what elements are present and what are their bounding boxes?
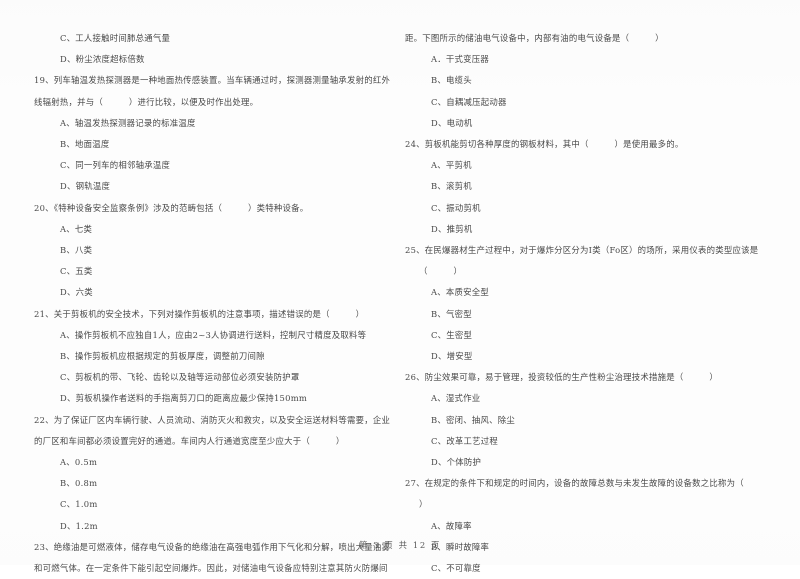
question-option: C、改革工艺过程 <box>431 435 499 446</box>
question-option: D、钢轨温度 <box>60 181 111 192</box>
question-stem-continuation: 和可燃气体。在一定条件下能引起空间爆炸。因此，对储油电气设备应特别注意其防火防爆… <box>34 563 388 574</box>
question-stem: 24、剪板机能剪切各种厚度的钢板材料，其中（ ）是使用最多的。 <box>405 139 684 150</box>
question-option: D、粉尘浓度超标倍数 <box>60 54 145 65</box>
answer-blank-line: ） <box>419 499 428 510</box>
question-stem: 20、《特种设备安全监察条例》涉及的范畴包括（ ）类特种设备。 <box>34 202 309 213</box>
two-column-body: C、工人接触时间肺总通气量 D、粉尘浓度超标倍数 19、列车轴温发热探测器是一种地面… <box>34 28 766 579</box>
question-option: D、1.2m <box>60 520 98 531</box>
left-column: C、工人接触时间肺总通气量 D、粉尘浓度超标倍数 19、列车轴温发热探测器是一种地面… <box>34 28 391 579</box>
question-stem: 26、防尘效果可靠，易于管理，投资较低的生产性粉尘治理技术措施是（ ） <box>405 372 719 383</box>
question-option: B、地面温度 <box>60 139 110 150</box>
question-stem-continuation: 线辐射热，并与（ ）进行比较，以便及时作出处理。 <box>34 96 259 107</box>
question-option: A、平剪机 <box>431 160 472 171</box>
question-option: B、气密型 <box>431 308 472 319</box>
question-option: C、振动剪机 <box>431 202 481 213</box>
question-option: B、操作剪板机应根据规定的剪板厚度，调整前刀间隙 <box>60 351 265 362</box>
question-option: C、剪板机的带、飞轮、齿轮以及轴等运动部位必须安装防护罩 <box>60 372 300 383</box>
question-option: A、七类 <box>60 223 93 234</box>
question-option: D、推剪机 <box>431 223 473 234</box>
question-option: A、故障率 <box>431 520 472 531</box>
answer-blank-line: （ ） <box>419 266 463 277</box>
question-option: B、密闭、抽风、除尘 <box>431 414 516 425</box>
question-stem: 19、列车轴温发热探测器是一种地面热传感装置。当车辆通过时，探测器测量轴承发射的… <box>34 75 391 86</box>
right-column: 距。下图所示的储油电气设备中，内部有油的电气设备是（ ） A．干式变压器 B、电缆头… <box>405 28 759 579</box>
page-footer: 第 3 页 共 12 页 <box>359 540 441 550</box>
question-stem: 22、为了保证厂区内车辆行驶、人员流动、消防灭火和救灾，以及安全运送材料等需要，… <box>34 414 391 425</box>
question-option: C、工人接触时间肺总通气量 <box>60 33 171 43</box>
exam-page: C、工人接触时间肺总通气量 D、粉尘浓度超标倍数 19、列车轴温发热探测器是一种地面… <box>0 0 800 573</box>
question-stem: 27、在规定的条件下和规定的时间内，设备的故障总数与未发生故障的设备数之比称为（ <box>405 478 744 489</box>
question-option: D、增安型 <box>431 351 473 362</box>
question-stem-continuation: 距。下图所示的储油电气设备中，内部有油的电气设备是（ ） <box>405 33 664 43</box>
question-stem: 25、在民爆器材生产过程中，对于爆炸分区分为Ⅰ类（Fo区）的场所，采用仪表的类型… <box>405 245 759 256</box>
question-option: C、自耦减压起动器 <box>431 96 507 107</box>
question-option: C、1.0m <box>60 499 98 510</box>
question-option: D、剪板机操作者送料的手指离剪刀口的距离应最少保持150mm <box>60 393 308 404</box>
question-option: C、同一列车的相邻轴承温度 <box>60 160 171 171</box>
question-option: A、轴温发热探测器记录的标准温度 <box>60 117 196 128</box>
question-stem-continuation: 的厂区和车间都必须设置完好的通道。车间内人行通道宽度至少应大于（ ） <box>34 435 345 446</box>
question-option: C、生密型 <box>431 329 473 340</box>
question-option: A、湿式作业 <box>431 393 481 404</box>
question-option: C、不可靠度 <box>431 563 481 574</box>
question-option: D、六类 <box>60 287 93 298</box>
question-option: D、个体防护 <box>431 457 482 468</box>
question-option: A、本质安全型 <box>431 287 490 298</box>
question-option: B、八类 <box>60 245 93 256</box>
question-option: D、电动机 <box>431 117 473 128</box>
question-option: A．干式变压器 <box>431 54 490 65</box>
question-option: A、操作剪板机不应独自1人，应由2~3人协调进行送料，控制尺寸精度及取料等 <box>60 329 367 340</box>
question-option: A、0.5m <box>60 457 98 468</box>
question-option: B、0.8m <box>60 478 98 489</box>
question-stem: 21、关于剪板机的安全技术，下列对操作剪板机的注意事项，描述错误的是（ ） <box>34 308 365 319</box>
question-option: B、电缆头 <box>431 75 472 86</box>
question-option: C、五类 <box>60 266 93 277</box>
question-option: B、滚剪机 <box>431 181 472 192</box>
